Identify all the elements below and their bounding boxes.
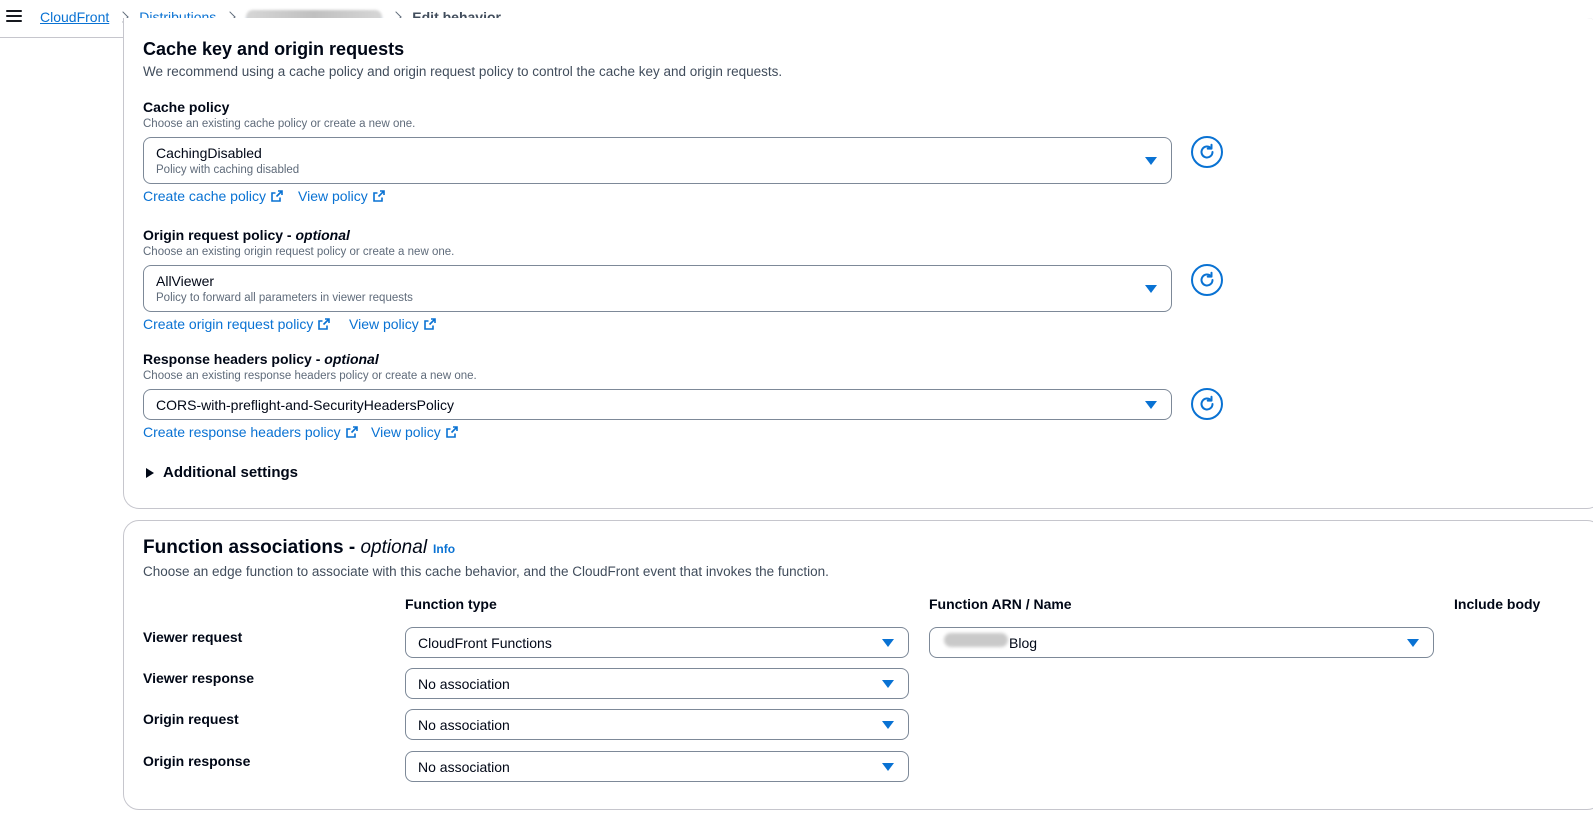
view-policy-label: View policy: [371, 424, 441, 440]
cache-policy-select[interactable]: CachingDisabled Policy with caching disa…: [143, 137, 1172, 184]
viewer-request-function-arn-select[interactable]: Blog: [929, 627, 1434, 658]
cache-policy-hint: Choose an existing cache policy or creat…: [143, 118, 416, 130]
viewer-request-function-type-select[interactable]: CloudFront Functions: [405, 627, 909, 658]
refresh-icon: [1200, 143, 1214, 159]
optional-tag: optional: [324, 351, 379, 367]
viewer-response-function-type-select[interactable]: No association: [405, 668, 909, 699]
section-description: We recommend using a cache policy and or…: [143, 64, 783, 79]
response-headers-policy-select[interactable]: CORS-with-preflight-and-SecurityHeadersP…: [143, 389, 1172, 420]
origin-request-policy-value: AllViewer: [156, 273, 215, 289]
view-origin-request-policy-link[interactable]: View policy: [349, 316, 436, 332]
external-link-icon: [318, 318, 331, 330]
cache-policy-value: CachingDisabled: [156, 145, 262, 161]
refresh-response-headers-policy-button[interactable]: [1191, 388, 1223, 420]
redacted-function-name: [944, 633, 1008, 647]
caret-down-icon: [1145, 401, 1157, 409]
create-cache-policy-link[interactable]: Create cache policy: [143, 188, 283, 204]
origin-response-label: Origin response: [143, 753, 251, 769]
caret-down-icon: [1145, 157, 1157, 165]
create-origin-request-policy-label: Create origin request policy: [143, 316, 314, 332]
response-headers-policy-value: CORS-with-preflight-and-SecurityHeadersP…: [156, 397, 454, 413]
caret-right-icon: [146, 467, 154, 478]
optional-tag: optional: [360, 537, 428, 558]
viewer-response-label: Viewer response: [143, 670, 255, 686]
column-header-function-arn: Function ARN / Name: [929, 596, 1072, 612]
view-policy-label: View policy: [349, 316, 419, 332]
cache-policy-subtext: Policy with caching disabled: [156, 164, 300, 176]
info-link[interactable]: Info: [433, 542, 455, 556]
column-header-include-body: Include body: [1454, 596, 1541, 612]
viewer-response-function-type-value: No association: [418, 676, 510, 692]
external-link-icon: [372, 190, 385, 202]
viewer-request-function-type-value: CloudFront Functions: [418, 635, 552, 651]
origin-response-function-type-select[interactable]: No association: [405, 751, 909, 782]
origin-request-function-type-select[interactable]: No association: [405, 709, 909, 740]
origin-request-policy-subtext: Policy to forward all parameters in view…: [156, 292, 413, 304]
create-response-headers-policy-label: Create response headers policy: [143, 424, 341, 440]
function-associations-description: Choose an edge function to associate wit…: [143, 564, 829, 579]
column-header-function-type: Function type: [405, 596, 497, 612]
viewer-request-function-arn-value: Blog: [1009, 635, 1038, 651]
section-title: Cache key and origin requests: [143, 39, 405, 59]
refresh-cache-policy-button[interactable]: [1191, 136, 1223, 168]
external-link-icon: [423, 318, 436, 330]
response-headers-policy-label: Response headers policy - optional: [143, 351, 379, 367]
menu-icon[interactable]: [6, 10, 22, 24]
external-link-icon: [345, 426, 358, 438]
refresh-icon: [1200, 395, 1214, 411]
function-associations-title: Function associations - optional Info: [143, 537, 455, 559]
origin-request-policy-hint: Choose an existing origin request policy…: [143, 246, 455, 258]
create-response-headers-policy-link[interactable]: Create response headers policy: [143, 424, 358, 440]
refresh-icon: [1200, 271, 1214, 287]
breadcrumb-cloudfront[interactable]: CloudFront: [40, 9, 109, 25]
create-cache-policy-label: Create cache policy: [143, 188, 266, 204]
caret-down-icon: [1407, 639, 1419, 647]
caret-down-icon: [882, 639, 894, 647]
external-link-icon: [445, 426, 458, 438]
create-origin-request-policy-link[interactable]: Create origin request policy: [143, 316, 331, 332]
caret-down-icon: [882, 721, 894, 729]
caret-down-icon: [1145, 285, 1157, 293]
origin-response-function-type-value: No association: [418, 759, 510, 775]
function-associations-title-text: Function associations -: [143, 537, 361, 558]
view-response-headers-policy-link[interactable]: View policy: [371, 424, 458, 440]
refresh-origin-request-policy-button[interactable]: [1191, 264, 1223, 296]
origin-request-function-type-value: No association: [418, 717, 510, 733]
origin-request-policy-label-text: Origin request policy -: [143, 227, 296, 243]
optional-tag: optional: [295, 227, 350, 243]
caret-down-icon: [882, 680, 894, 688]
response-headers-policy-label-text: Response headers policy -: [143, 351, 325, 367]
origin-request-policy-select[interactable]: AllViewer Policy to forward all paramete…: [143, 265, 1172, 312]
view-cache-policy-link[interactable]: View policy: [298, 188, 385, 204]
external-link-icon: [271, 190, 283, 202]
origin-request-label: Origin request: [143, 711, 239, 727]
view-policy-label: View policy: [298, 188, 368, 204]
cache-policy-label: Cache policy: [143, 99, 230, 115]
viewer-request-label: Viewer request: [143, 629, 243, 645]
additional-settings-label: Additional settings: [163, 464, 298, 481]
additional-settings-expander[interactable]: Additional settings: [146, 464, 298, 481]
caret-down-icon: [882, 763, 894, 771]
response-headers-policy-hint: Choose an existing response headers poli…: [143, 370, 477, 382]
origin-request-policy-label: Origin request policy - optional: [143, 227, 350, 243]
